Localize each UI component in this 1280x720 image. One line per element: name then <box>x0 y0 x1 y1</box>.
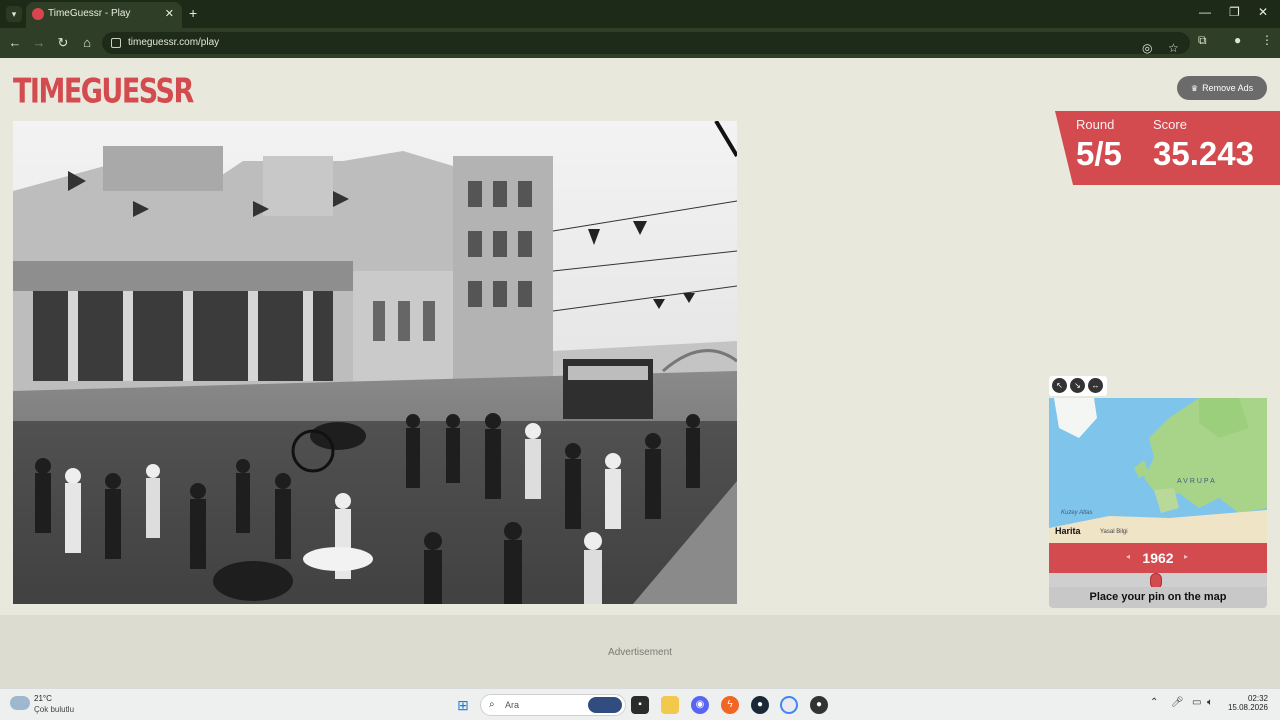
new-tab-button[interactable]: + <box>189 5 197 21</box>
eye-off-icon[interactable]: ◎ <box>1142 37 1152 59</box>
search-icon: ⌕ <box>489 699 495 710</box>
year-value: 1962 <box>1142 550 1174 566</box>
browser-tab[interactable]: TimeGuessr - Play ✕ <box>26 2 182 28</box>
year-selector: ◂ 1962 ▸ <box>1049 543 1267 573</box>
volume-icon[interactable]: 🔈︎ <box>1207 697 1213 708</box>
round-photo <box>13 121 737 604</box>
close-window-button[interactable]: ✕ <box>1258 5 1268 19</box>
site-info-icon[interactable] <box>111 38 121 48</box>
year-increase-icon[interactable]: ▸ <box>1184 552 1188 561</box>
bookmark-star-icon[interactable]: ☆ <box>1168 37 1179 59</box>
street-scene-image <box>13 121 737 604</box>
clock-time: 02:32 <box>1247 694 1268 703</box>
minimize-button[interactable]: — <box>1199 5 1211 19</box>
steam-icon[interactable]: ● <box>751 696 769 714</box>
taskbar-search[interactable]: ⌕ Ara <box>480 694 626 716</box>
tab-close-icon[interactable]: ✕ <box>165 2 174 26</box>
app-lightning-icon[interactable]: ϟ <box>721 696 739 714</box>
europe-map-image <box>1049 398 1267 543</box>
microphone-icon[interactable]: 🎤︎ <box>1171 697 1184 708</box>
shrink-map-icon[interactable]: ↘ <box>1070 378 1085 393</box>
back-arrow-icon[interactable]: ← <box>7 35 23 50</box>
reload-icon[interactable]: ↻ <box>55 35 71 51</box>
map-attribution-text: Harita <box>1055 526 1081 536</box>
chrome-icon[interactable] <box>780 696 798 714</box>
extensions-icon[interactable]: ⧉ <box>1198 33 1207 48</box>
europe-label: AVRUPA <box>1177 478 1217 485</box>
remove-ads-button[interactable]: ♛ Remove Ads <box>1177 76 1267 100</box>
weather-condition: Çok bulutlu <box>34 705 75 714</box>
windows-taskbar: 21°C Çok bulutlu ⊞ ⌕ Ara ▪ ◉ ϟ ● ● ⌃ 🎤︎ … <box>0 688 1280 720</box>
map-attribution: Harita <box>1055 526 1081 536</box>
timeguessr-logo[interactable]: TIMEGUESSR <box>13 66 194 119</box>
advertisement-label: Advertisement <box>608 647 672 658</box>
remove-ads-label: Remove Ads <box>1202 83 1254 93</box>
pin-map-icon[interactable]: ↔ <box>1088 378 1103 393</box>
home-icon[interactable]: ⌂ <box>79 35 95 50</box>
crown-icon: ♛ <box>1190 84 1199 93</box>
score-label: Score <box>1153 117 1187 132</box>
browser-menu-icon[interactable]: ⋮ <box>1261 33 1273 47</box>
map-legal-link[interactable]: Yasal Bilgi <box>1100 529 1128 535</box>
north-atlantic-label: Kuzey Atlas <box>1061 510 1093 516</box>
score-value: 35.243 <box>1153 135 1254 172</box>
weather-temperature: 21°C <box>34 694 52 703</box>
round-value: 5/5 <box>1076 135 1122 172</box>
advertisement-area: Advertisement <box>0 615 1280 688</box>
url-text: timeguessr.com/play <box>128 37 220 48</box>
weather-cloud-icon[interactable] <box>10 696 30 710</box>
round-label: Round <box>1076 117 1115 132</box>
tab-search-button[interactable]: ▾ <box>6 6 22 22</box>
expand-map-icon[interactable]: ↖ <box>1052 378 1067 393</box>
address-bar[interactable]: timeguessr.com/play ◎ ☆ <box>102 32 1190 55</box>
app-notification-icon[interactable]: ● <box>810 696 828 714</box>
place-pin-button[interactable]: Place your pin on the map <box>1049 587 1267 608</box>
search-placeholder: Ara <box>505 700 520 710</box>
year-slider-track[interactable] <box>1049 573 1267 589</box>
guess-map[interactable]: AVRUPA Kuzey Atlas Harita Yasal Bilgi <box>1049 398 1267 543</box>
round-score-panel: Round Score 5/5 35.243 <box>1055 111 1280 185</box>
timeguessr-favicon-icon <box>32 8 44 20</box>
search-highlight-icon <box>588 697 622 713</box>
map-size-controls: ↖ ↘ ↔ <box>1049 376 1107 396</box>
discord-icon[interactable]: ◉ <box>691 696 709 714</box>
restore-button[interactable]: ❐ <box>1229 5 1240 19</box>
tab-title: TimeGuessr - Play <box>48 8 131 19</box>
forward-arrow-icon[interactable]: → <box>31 35 47 50</box>
tray-overflow-icon[interactable]: ⌃ <box>1150 697 1158 708</box>
browser-toolbar: ← → ↻ ⌂ timeguessr.com/play ◎ ☆ ⧉ ● ⋮ <box>0 28 1280 58</box>
taskbar-clock[interactable]: 02:32 15.08.2026 <box>1226 694 1268 712</box>
network-icon[interactable]: ▭ <box>1192 697 1201 708</box>
clock-date: 15.08.2026 <box>1227 703 1268 712</box>
browser-tab-strip: ▾ TimeGuessr - Play ✕ + — ❐ ✕ <box>0 0 1280 28</box>
windows-start-icon[interactable]: ⊞ <box>454 696 472 714</box>
task-view-icon[interactable]: ▪ <box>631 696 649 714</box>
file-explorer-icon[interactable] <box>661 696 679 714</box>
profile-avatar-icon[interactable]: ● <box>1234 33 1241 47</box>
